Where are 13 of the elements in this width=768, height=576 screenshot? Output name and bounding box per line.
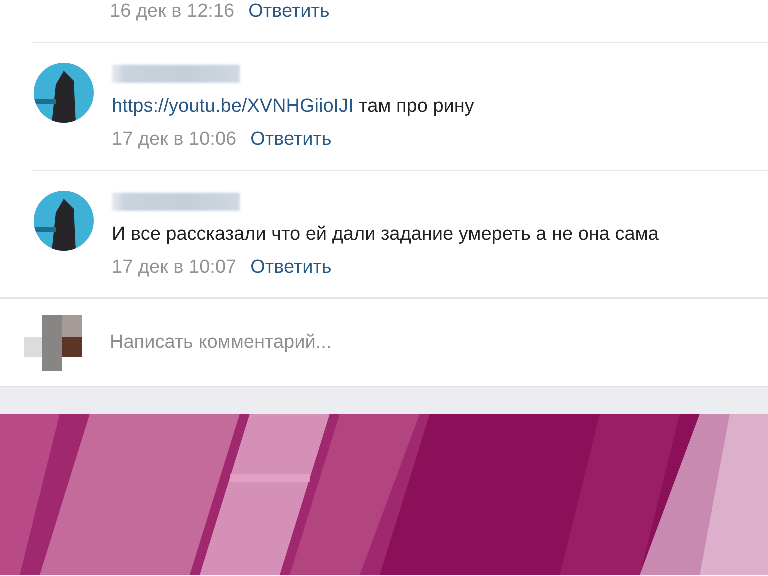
comment-text: https://youtu.be/XVNHGiioIJI там про рину — [112, 95, 474, 119]
reply-link[interactable]: Ответить — [250, 256, 332, 280]
comment-date: 17 дек в 10:06 — [112, 128, 237, 152]
comment-date: 16 дек в 12:16 — [110, 0, 235, 24]
comment-link[interactable]: https://youtu.be/XVNHGiioIJI — [112, 96, 354, 117]
comment-date: 17 дек в 10:07 — [112, 256, 237, 280]
comment-text: И все рассказали что ей дали задание умереть а не она сама — [112, 223, 659, 247]
comment-input[interactable]: Написать комментарий... — [110, 332, 710, 354]
reply-link[interactable]: Ответить — [248, 0, 330, 24]
blurred-name-icon — [112, 193, 240, 211]
blurred-name-icon — [112, 65, 240, 83]
blurred-avatar-icon — [24, 312, 82, 372]
reply-link[interactable]: Ответить — [250, 128, 332, 152]
